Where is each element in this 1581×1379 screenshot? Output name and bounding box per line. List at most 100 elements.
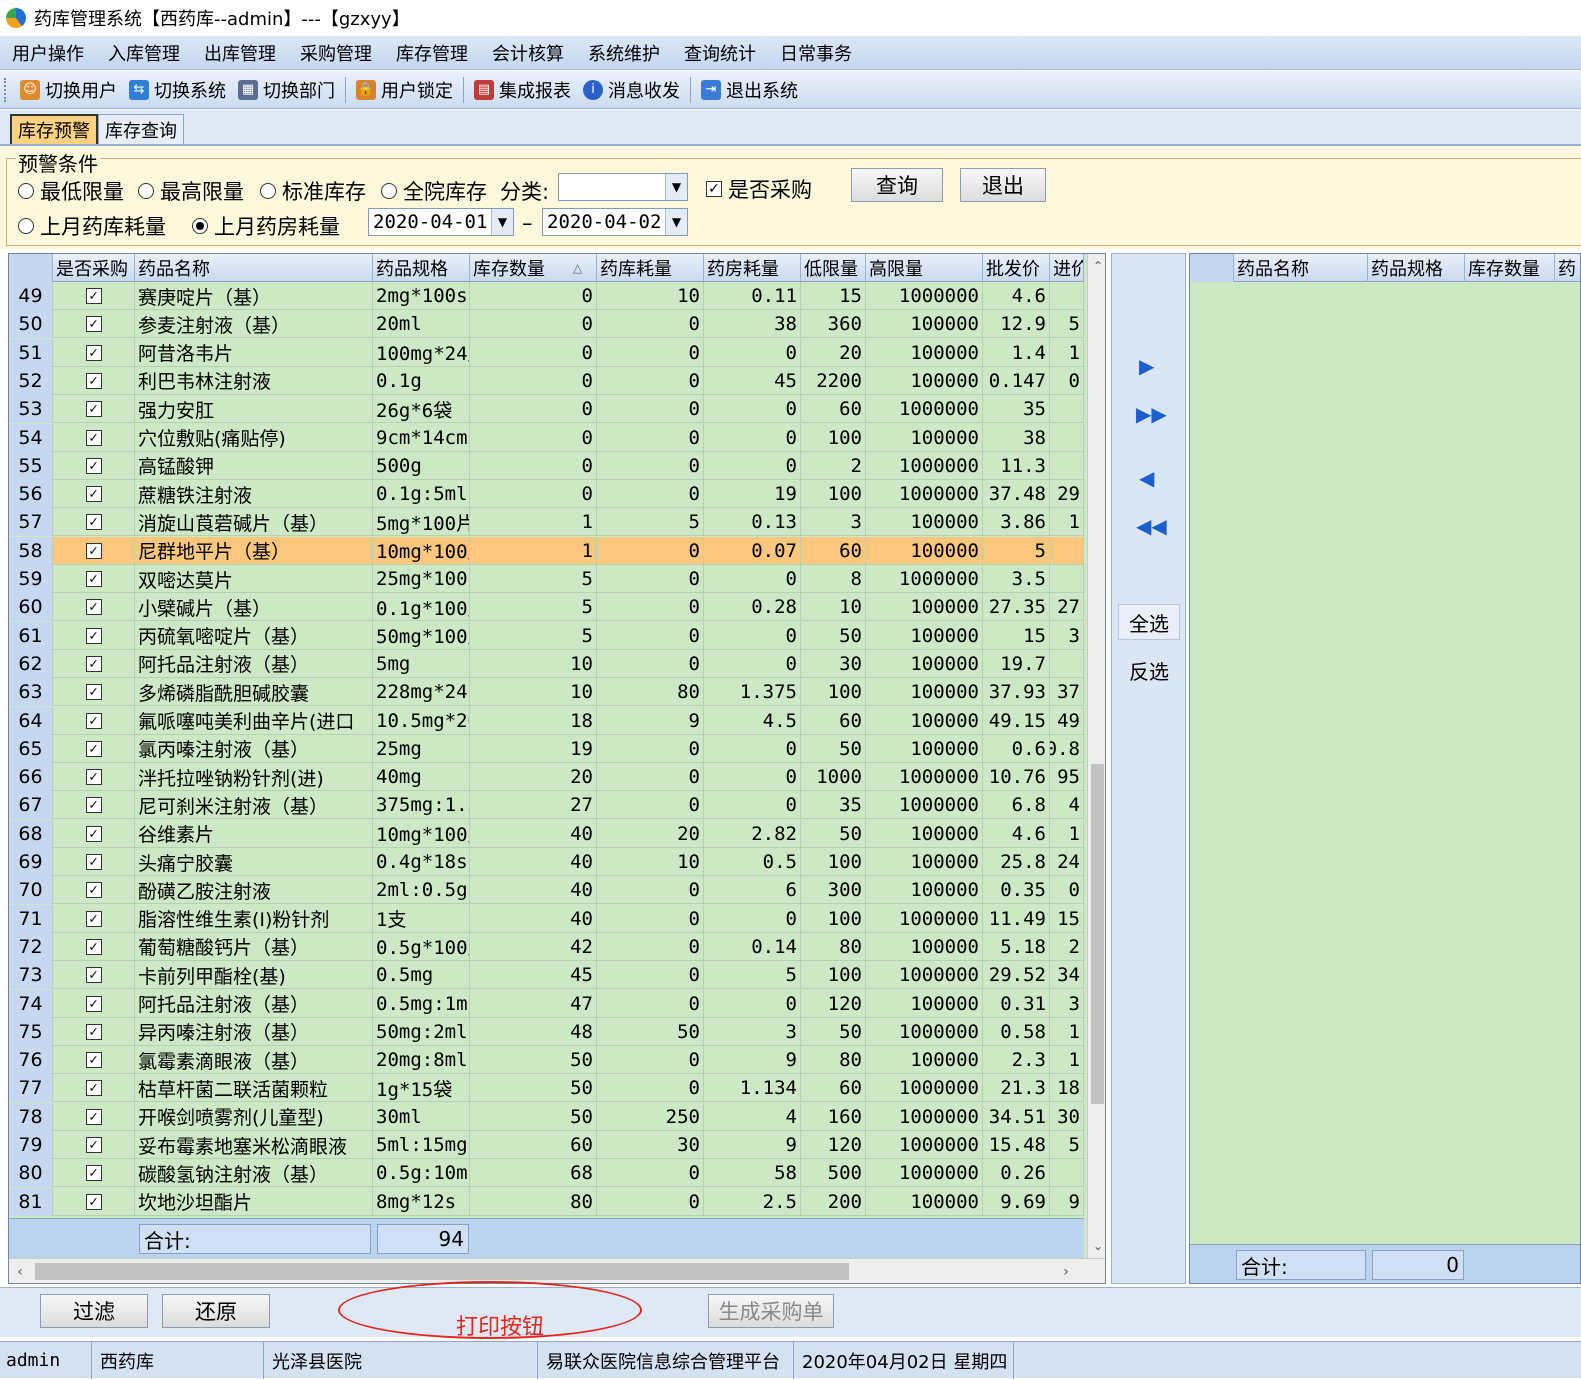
purchase-checkbox-cell[interactable]: ✓ — [53, 366, 135, 395]
table-row[interactable]: 75 ✓ 异丙嗪注射液（基） 50mg:2ml 48 50 3 50 1000000 0.58 1 — [9, 1017, 1084, 1046]
purchase-checkbox-cell[interactable]: ✓ — [53, 932, 135, 961]
purchase-checkbox-cell[interactable]: ✓ — [53, 1131, 135, 1159]
generate-purchase-order-button[interactable]: 生成采购单 — [708, 1294, 834, 1328]
checkbox-checked-icon[interactable]: ✓ — [85, 571, 102, 587]
right-col-name[interactable]: 药品名称 — [1234, 254, 1368, 282]
col-high-limit[interactable]: 高限量 — [866, 254, 983, 282]
table-row[interactable]: 53 ✓ 强力安肛 26g*6袋 0 0 0 60 1000000 35 — [9, 395, 1084, 424]
purchase-checkbox-cell[interactable]: ✓ — [53, 876, 135, 905]
col-pharmacy-usage[interactable]: 药房耗量 — [704, 254, 801, 282]
table-row[interactable]: 74 ✓ 阿托品注射液（基） 0.5mg:1ml 47 0 0 120 100000 0.31 3 — [9, 989, 1084, 1018]
purchase-checkbox-cell[interactable]: ✓ — [53, 1102, 135, 1131]
switch-department-button[interactable]: ▦ 切换部门 — [232, 75, 341, 105]
table-row[interactable]: 50 ✓ 参麦注射液（基） 20ml 0 0 38 360 100000 12.9 5 — [9, 310, 1084, 339]
move-left-icon[interactable]: ◀ — [1139, 466, 1154, 490]
table-row[interactable]: 77 ✓ 枯草杆菌二联活菌颗粒 1g*15袋 50 0 1.134 60 1000000 21.3… — [9, 1074, 1084, 1103]
col-cost-price[interactable]: 进价 — [1050, 254, 1084, 282]
purchase-checkbox[interactable]: ✓ 是否采购 — [706, 174, 812, 204]
scroll-right-icon[interactable]: › — [1055, 1259, 1077, 1283]
checkbox-checked-icon[interactable]: ✓ — [85, 655, 102, 672]
checkbox-checked-icon[interactable]: ✓ — [85, 740, 102, 757]
purchase-checkbox-cell[interactable]: ✓ — [53, 1017, 135, 1046]
menu-system[interactable]: 系统维护 — [576, 40, 672, 66]
table-row[interactable]: 80 ✓ 碳酸氢钠注射液（基） 0.5g:10ml 68 0 58 500 1000000 0.2… — [9, 1159, 1084, 1188]
col-spec[interactable]: 药品规格 — [373, 254, 470, 282]
checkbox-checked-icon[interactable]: ✓ — [85, 599, 102, 616]
table-row[interactable]: 52 ✓ 利巴韦林注射液 0.1g 0 0 45 2200 100000 0.147 0 — [9, 366, 1084, 395]
checkbox-checked-icon[interactable]: ✓ — [85, 1165, 102, 1182]
purchase-checkbox-cell[interactable]: ✓ — [53, 904, 135, 933]
purchase-checkbox-cell[interactable]: ✓ — [53, 508, 135, 537]
table-row[interactable]: 63 ✓ 多烯磷脂酰胆碱胶囊 228mg*24s 10 80 1.375 100 100000 3… — [9, 678, 1084, 707]
table-row[interactable]: 58 ✓ 尼群地平片（基）10mg*100片100.07601000005 — [9, 536, 1084, 565]
radio-last-month-pharmacy[interactable]: 上月药房耗量 — [192, 211, 340, 241]
radio-standard-stock[interactable]: 标准库存 — [260, 176, 366, 206]
chevron-down-icon[interactable]: ▼ — [491, 209, 513, 235]
checkbox-checked-icon[interactable]: ✓ — [85, 627, 102, 644]
checkbox-checked-icon[interactable]: ✓ — [85, 1052, 102, 1069]
checkbox-checked-icon[interactable]: ✓ — [85, 457, 102, 474]
checkbox-checked-icon[interactable]: ✓ — [85, 288, 102, 304]
checkbox-checked-icon[interactable]: ✓ — [85, 1023, 102, 1040]
radio-last-month-library[interactable]: 上月药库耗量 — [18, 211, 166, 241]
checkbox-checked-icon[interactable]: ✓ — [85, 542, 102, 559]
table-row[interactable]: 65✓氯丙嗪注射液（基）25mg1900501000000.60.8 — [9, 734, 1084, 763]
col-name[interactable]: 药品名称 — [135, 254, 373, 282]
purchase-checkbox-cell[interactable]: ✓ — [53, 282, 135, 310]
col-purchase[interactable]: 是否采购 — [53, 254, 135, 282]
checkbox-checked-icon[interactable]: ✓ — [85, 1108, 102, 1125]
table-row[interactable]: 72 ✓ 葡萄糖酸钙片（基）0.5g*100片4200.14801000005.18… — [9, 932, 1084, 961]
purchase-checkbox-cell[interactable]: ✓ — [53, 338, 135, 367]
menu-inbound[interactable]: 入库管理 — [96, 40, 192, 66]
restore-button[interactable]: 还原 — [162, 1294, 270, 1328]
chevron-down-icon[interactable]: ▼ — [665, 174, 687, 200]
checkbox-checked-icon[interactable]: ✓ — [85, 684, 102, 701]
table-row[interactable]: 51✓阿昔洛韦片100mg*24片000201000001.41 — [9, 338, 1084, 367]
purchase-checkbox-cell[interactable]: ✓ — [53, 1074, 135, 1103]
purchase-checkbox-cell[interactable]: ✓ — [53, 621, 135, 650]
purchase-checkbox-cell[interactable]: ✓ — [53, 451, 135, 480]
move-right-icon[interactable]: ▶ — [1139, 354, 1154, 378]
checkbox-checked-icon[interactable]: ✓ — [85, 995, 102, 1012]
table-row[interactable]: 76 ✓ 氯霉素滴眼液（基） 20mg:8ml 50 0 9 80 100000 2.3 1 — [9, 1046, 1084, 1075]
stock-warning-grid[interactable]: 是否采购 药品名称 药品规格 库存数量 △ 药库耗量 药房耗量 低限量 高限量 批… — [8, 253, 1106, 1284]
purchase-checkbox-cell[interactable]: ✓ — [53, 678, 135, 707]
table-row[interactable]: 81 ✓ 坎地沙坦酯片 8mg*12s 80 0 2.5 200 100000 9.69 9 — [9, 1187, 1084, 1216]
report-button[interactable]: ▤ 集成报表 — [468, 75, 577, 105]
scroll-left-icon[interactable]: ‹ — [9, 1259, 31, 1283]
checkbox-checked-icon[interactable]: ✓ — [85, 316, 102, 333]
scroll-down-icon[interactable]: ⌄ — [1088, 1236, 1105, 1256]
checkbox-checked-icon[interactable]: ✓ — [85, 910, 102, 927]
invert-selection-button[interactable]: 反选 — [1118, 652, 1180, 688]
checkbox-checked-icon[interactable]: ✓ — [85, 514, 102, 531]
right-col-more[interactable]: 药 — [1555, 254, 1580, 282]
checkbox-checked-icon[interactable]: ✓ — [85, 854, 102, 870]
messages-button[interactable]: i 消息收发 — [577, 75, 686, 105]
purchase-checkbox-cell[interactable]: ✓ — [53, 1159, 135, 1188]
menu-daily[interactable]: 日常事务 — [768, 40, 864, 66]
right-col-spec[interactable]: 药品规格 — [1368, 254, 1465, 282]
table-row[interactable]: 54 ✓ 穴位敷贴(痛贴停) 9cm*14cm* 0 0 0 100 100000 38 — [9, 423, 1084, 452]
table-row[interactable]: 69 ✓ 头痛宁胶囊 0.4g*18s* 40 10 0.5 100 100000 25.8 24 — [9, 848, 1084, 876]
filter-button[interactable]: 过滤 — [40, 1294, 148, 1328]
table-row[interactable]: 56 ✓ 蔗糖铁注射液 0.1g:5ml 0 0 19 100 1000000 37.48 29 — [9, 480, 1084, 509]
date-to-picker[interactable]: 2020-04-02 ▼ — [542, 208, 688, 236]
radio-max-limit[interactable]: 最高限量 — [138, 176, 244, 206]
tab-stock-warning[interactable]: 库存预警 — [10, 114, 98, 144]
right-col-stock[interactable]: 库存数量 — [1465, 254, 1555, 282]
exit-system-button[interactable]: ⇥ 退出系统 — [695, 75, 804, 105]
purchase-checkbox-cell[interactable]: ✓ — [53, 565, 135, 593]
checkbox-checked-icon[interactable]: ✓ — [85, 429, 102, 446]
checkbox-checked-icon[interactable]: ✓ — [85, 1137, 102, 1153]
purchase-checkbox-cell[interactable]: ✓ — [53, 593, 135, 622]
purchase-checkbox-cell[interactable]: ✓ — [53, 989, 135, 1018]
table-row[interactable]: 73 ✓ 卡前列甲酯栓(基) 0.5mg 45 0 5 100 1000000 29.52 34 — [9, 961, 1084, 990]
purchase-checkbox-cell[interactable]: ✓ — [53, 1187, 135, 1216]
move-all-right-icon[interactable]: ▶▶ — [1136, 402, 1167, 426]
table-row[interactable]: 68 ✓ 谷维素片10mg*100片40202.82501000004.61 — [9, 819, 1084, 848]
tab-stock-query[interactable]: 库存查询 — [98, 114, 184, 144]
purchase-checkbox-cell[interactable]: ✓ — [53, 763, 135, 792]
checkbox-checked-icon[interactable]: ✓ — [85, 825, 102, 842]
move-all-left-icon[interactable]: ◀◀ — [1136, 514, 1167, 538]
table-row[interactable]: 57 ✓ 消旋山莨菪碱片（基） 5mg*100片 1 5 0.13 3 100000 3.86 1 — [9, 508, 1084, 537]
